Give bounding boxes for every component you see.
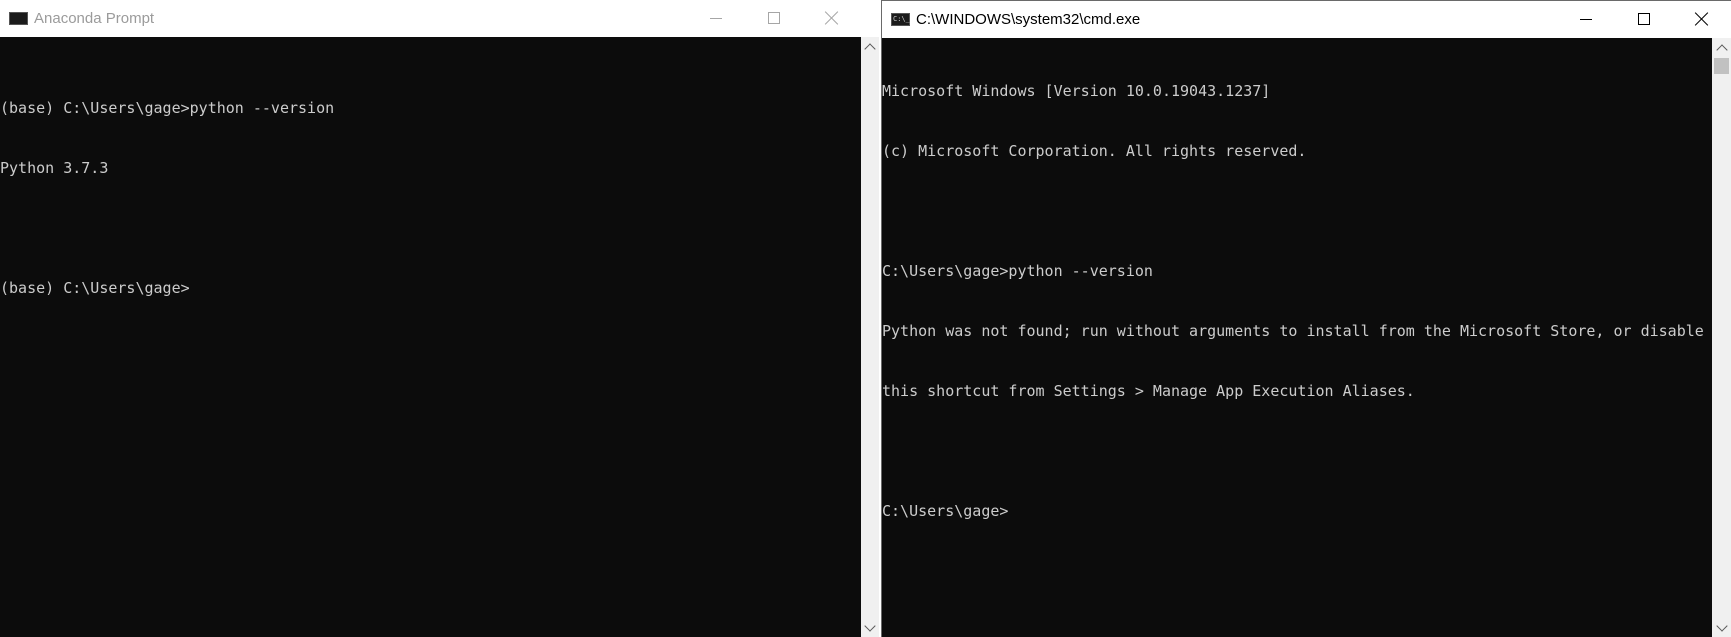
scroll-up-button[interactable] [1712,38,1731,56]
close-icon [825,11,839,25]
minimize-icon [1580,19,1592,20]
minimize-icon [710,18,722,19]
console-line: C:\Users\gage>python --version [882,262,1153,280]
cmd-titlebar[interactable]: C:\WINDOWS\system32\cmd.exe [882,1,1731,38]
maximize-button[interactable] [1615,1,1673,38]
cmd-window[interactable]: C:\WINDOWS\system32\cmd.exe Microsoft Wi… [881,0,1731,637]
close-button[interactable] [1673,1,1731,38]
console-line: Python 3.7.3 [0,159,109,177]
console-window-icon [9,12,28,25]
console-line: Microsoft Windows [Version 10.0.19043.12… [882,82,1271,100]
chevron-up-icon [864,42,876,55]
chevron-up-icon [1715,43,1728,56]
anaconda-prompt-window[interactable]: Anaconda Prompt (base) C:\Users\gage>pyt… [0,0,861,637]
minimize-button[interactable] [1557,1,1615,38]
console-line: this shortcut from Settings > Manage App… [882,382,1415,400]
caption-buttons [1557,1,1731,38]
scrollbar-thumb[interactable] [1714,58,1729,74]
console-line: Python was not found; run without argume… [882,322,1704,340]
vertical-scrollbar[interactable] [1712,38,1731,637]
console-line: (base) C:\Users\gage> [0,279,190,297]
anaconda-prompt-titlebar[interactable]: Anaconda Prompt [0,0,861,37]
caption-buttons [687,0,861,37]
window-title: C:\WINDOWS\system32\cmd.exe [916,11,1141,28]
cmd-icon [891,13,910,26]
console-line: (c) Microsoft Corporation. All rights re… [882,142,1307,160]
scroll-down-button[interactable] [1712,619,1731,637]
console-output[interactable]: (base) C:\Users\gage>python --version Py… [0,37,861,637]
close-button[interactable] [803,0,861,37]
close-icon [1695,12,1709,26]
window-title: Anaconda Prompt [34,10,155,27]
minimize-button[interactable] [687,0,745,37]
console-output[interactable]: Microsoft Windows [Version 10.0.19043.12… [882,38,1712,637]
vertical-scrollbar[interactable] [861,37,879,637]
chevron-down-icon [1715,619,1728,632]
console-line: C:\Users\gage> [882,502,1009,520]
maximize-icon [1638,13,1650,25]
scroll-down-button[interactable] [861,619,879,637]
scroll-up-button[interactable] [861,37,879,55]
desktop: Anaconda Prompt (base) C:\Users\gage>pyt… [0,0,1731,637]
maximize-icon [768,12,780,24]
console-line: (base) C:\Users\gage>python --version [0,99,335,117]
chevron-down-icon [864,619,876,632]
maximize-button[interactable] [745,0,803,37]
